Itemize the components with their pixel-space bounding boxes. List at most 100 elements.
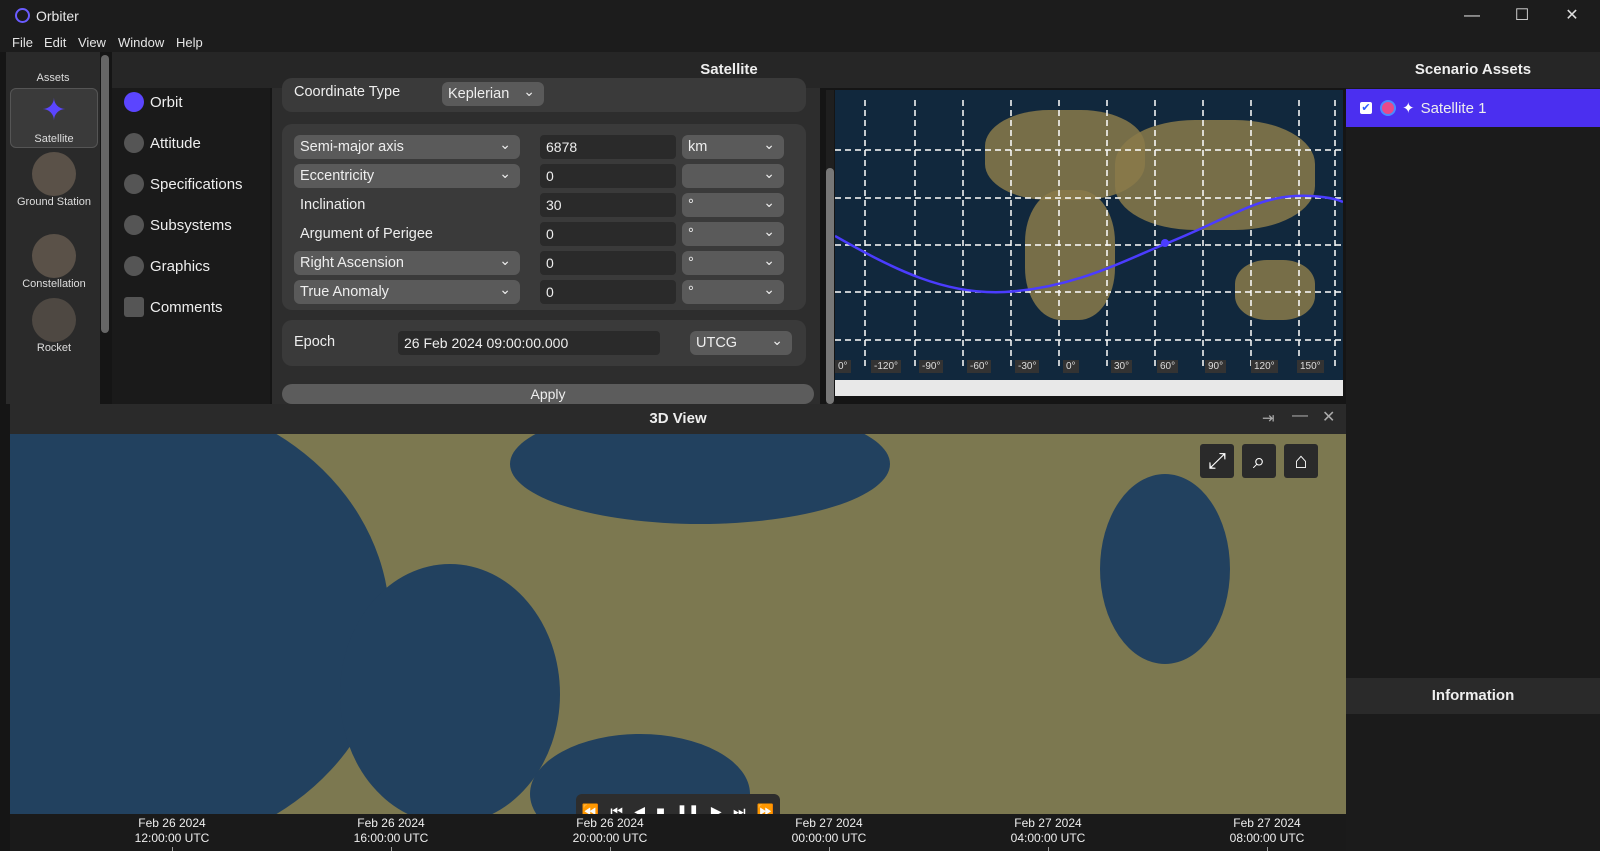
epoch-label: Epoch	[294, 334, 336, 350]
epoch-input[interactable]: 26 Feb 2024 09:00:00.000	[398, 331, 660, 355]
right-ascension-unit-select[interactable]: °	[682, 248, 784, 275]
longitude-tick: -120°	[871, 360, 902, 373]
longitude-tick: 0°	[1063, 360, 1079, 373]
menu-view[interactable]: View	[78, 35, 106, 50]
asset-satellite[interactable]: ✦ Satellite	[10, 88, 98, 148]
pin-icon[interactable]: ⇥	[1262, 409, 1275, 427]
timeline-label: Feb 27 2024 00:00:00 UTC	[791, 816, 867, 845]
play-reverse-button[interactable]: ◀	[634, 803, 645, 815]
menu-edit[interactable]: Edit	[44, 35, 66, 50]
playback-controls: ⏪ ⏮ ◀ ■ ❚❚ ▶ ⏭ ⏩	[576, 794, 780, 814]
stop-button[interactable]: ■	[656, 803, 664, 814]
nav-specifications[interactable]: Specifications	[124, 170, 243, 198]
information-panel: Information	[1346, 678, 1600, 851]
map-grid	[835, 100, 1343, 370]
nav-label: Graphics	[150, 257, 211, 275]
rewind-fast-button[interactable]: ⏪	[582, 803, 599, 815]
information-title: Information	[1346, 678, 1600, 714]
close-panel-icon[interactable]: ✕	[1322, 407, 1335, 427]
timeline-label: Feb 26 2024 20:00:00 UTC	[572, 816, 648, 845]
subsystems-icon	[124, 215, 144, 235]
inclination-unit-select[interactable]: °	[682, 190, 784, 217]
true-anomaly-select[interactable]: True Anomaly	[294, 277, 520, 304]
timeline[interactable]: Feb 26 2024 12:00:00 UTC Feb 26 2024 16:00…	[10, 814, 1346, 851]
menu-window[interactable]: Window	[118, 35, 164, 50]
sea-region	[10, 434, 390, 814]
satellite-position-marker[interactable]	[1161, 239, 1169, 247]
timeline-tick	[610, 847, 611, 851]
form-scrollbar[interactable]	[826, 90, 834, 404]
asset-label: Rocket	[36, 342, 72, 354]
timeline-label: Feb 27 2024 08:00:00 UTC	[1229, 816, 1305, 845]
menu-file[interactable]: File	[12, 35, 33, 50]
nav-label: Attitude	[150, 134, 201, 152]
view-3d-title: 3D View	[10, 404, 1346, 434]
title-bar: Orbiter — ☐ ✕	[0, 0, 1600, 32]
inclination-input[interactable]: 30	[540, 193, 676, 217]
nav-graphics[interactable]: Graphics	[124, 252, 210, 280]
minimize-window-button[interactable]: —	[1452, 4, 1492, 28]
longitude-tick: 30°	[1111, 360, 1133, 373]
pause-button[interactable]: ❚❚	[676, 803, 699, 815]
home-icon[interactable]: ⌂	[1284, 444, 1318, 478]
semi-major-axis-input[interactable]: 6878	[540, 135, 676, 159]
timeline-label: Feb 26 2024 16:00:00 UTC	[353, 816, 429, 845]
asset-ground-station[interactable]: Ground Station	[10, 152, 98, 228]
nav-orbit[interactable]: Orbit	[124, 88, 183, 116]
argument-of-perigee-unit-select[interactable]: °	[682, 219, 784, 246]
semi-major-axis-select[interactable]: Semi-major axis	[294, 132, 520, 159]
time-system-select[interactable]: UTCG	[690, 328, 792, 355]
nav-comments[interactable]: Comments	[124, 293, 223, 321]
skip-start-button[interactable]: ⏮	[610, 803, 623, 815]
right-ascension-input[interactable]: 0	[540, 251, 676, 275]
asset-color-swatch[interactable]	[1380, 100, 1396, 116]
apply-button[interactable]: Apply	[282, 384, 814, 404]
scenario-asset-row[interactable]: ✔ ✦ Satellite 1	[1346, 89, 1600, 127]
nav-attitude[interactable]: Attitude	[124, 129, 201, 157]
app-logo-icon	[15, 8, 30, 23]
map-antarctica	[835, 380, 1343, 396]
eccentricity-unit-select[interactable]	[682, 161, 784, 188]
satellite-icon: ✦	[1402, 100, 1415, 117]
3d-globe-view[interactable]: ⤢ ⌕ ⌂ ⏪ ⏮ ◀ ■ ❚❚ ▶ ⏭ ⏩	[10, 434, 1346, 814]
eccentricity-select[interactable]: Eccentricity	[294, 161, 520, 188]
right-ascension-select[interactable]: Right Ascension	[294, 248, 520, 275]
app-title: Orbiter	[36, 8, 79, 24]
fullscreen-icon[interactable]: ⤢	[1200, 444, 1234, 478]
asset-constellation[interactable]: Constellation	[10, 234, 98, 292]
menu-help[interactable]: Help	[176, 35, 203, 50]
coordinate-type-select[interactable]: Keplerian	[442, 79, 544, 106]
skip-end-button[interactable]: ⏭	[733, 803, 746, 815]
attitude-icon	[124, 133, 144, 153]
assets-title: Assets	[36, 72, 70, 84]
eccentricity-input[interactable]: 0	[540, 164, 676, 188]
semi-major-axis-unit-select[interactable]: km	[682, 132, 784, 159]
longitude-tick: 0°	[835, 360, 851, 373]
longitude-tick: 120°	[1251, 360, 1278, 373]
search-icon[interactable]: ⌕	[1242, 444, 1276, 478]
longitude-tick: 60°	[1157, 360, 1179, 373]
comment-icon	[124, 297, 144, 317]
gears-icon	[124, 174, 144, 194]
coordinate-type-row: Coordinate Type Keplerian	[282, 78, 806, 112]
form-scrollbar-thumb[interactable]	[826, 168, 834, 404]
true-anomaly-unit-select[interactable]: °	[682, 277, 784, 304]
asset-rocket[interactable]: Rocket	[10, 298, 98, 356]
true-anomaly-input[interactable]: 0	[540, 280, 676, 304]
play-button[interactable]: ▶	[711, 803, 722, 815]
argument-of-perigee-label: Argument of Perigee	[300, 226, 433, 242]
ground-track-map[interactable]: 0° -120° -90° -60° -30° 0° 30° 60° 90° 1…	[835, 90, 1343, 396]
asset-visibility-checkbox[interactable]: ✔	[1360, 102, 1372, 114]
nav-subsystems[interactable]: Subsystems	[124, 211, 232, 239]
sea-region	[1100, 474, 1230, 664]
argument-of-perigee-input[interactable]: 0	[540, 222, 676, 246]
satellite-icon: ✦	[41, 94, 67, 127]
asset-label: Constellation	[22, 278, 86, 290]
longitude-tick: -60°	[967, 360, 992, 373]
assets-scrollbar[interactable]	[101, 55, 109, 333]
longitude-tick: -90°	[919, 360, 944, 373]
maximize-window-button[interactable]: ☐	[1502, 4, 1542, 28]
fast-forward-button[interactable]: ⏩	[757, 803, 774, 815]
minimize-panel-icon[interactable]: —	[1292, 407, 1308, 425]
close-window-button[interactable]: ✕	[1552, 4, 1592, 28]
